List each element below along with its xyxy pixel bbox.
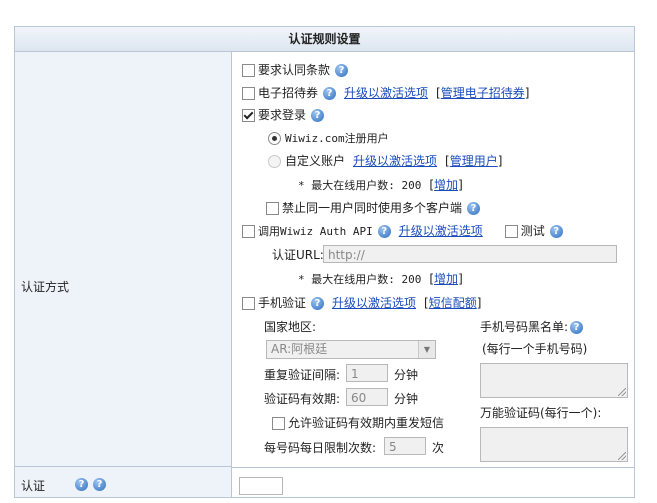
upgrade-link[interactable]: 升级以激活选项 — [332, 296, 416, 310]
code-valid-label: 验证码有效期: — [264, 392, 341, 406]
panel-title: 认证规则设置 — [15, 27, 634, 52]
upgrade-link[interactable]: 升级以激活选项 — [399, 224, 483, 238]
retry-interval-label: 重复验证间隔: — [264, 368, 341, 382]
help-icon[interactable]: ? — [323, 87, 337, 100]
require-login-row: 要求登录? — [242, 106, 325, 124]
country-select[interactable]: AR:阿根廷 ▼ — [266, 340, 436, 359]
help-icon[interactable]: ? — [467, 202, 481, 215]
wiwiz-users-radio[interactable] — [268, 132, 281, 145]
ecoupon-row: 电子招待券? 升级以激活选项 [管理电子招待券] — [242, 84, 529, 102]
sms-row: 手机验证? 升级以激活选项 [短信配额] — [242, 294, 481, 312]
allow-resend-row: 允许验证码有效期内重发短信 — [272, 414, 444, 432]
increase-link[interactable]: 增加 — [434, 272, 458, 286]
call-api-checkbox[interactable] — [242, 225, 255, 238]
allow-resend-checkbox[interactable] — [272, 417, 285, 430]
blacklist-row: 手机号码黑名单:? — [480, 318, 584, 336]
bracket: ] — [458, 272, 463, 286]
terms-label: 要求认同条款 — [258, 63, 331, 77]
next-row-options — [232, 467, 634, 497]
universal-code-textarea[interactable] — [480, 427, 628, 462]
terms-row: 要求认同条款? — [242, 61, 349, 79]
ecoupon-checkbox[interactable] — [242, 87, 255, 100]
upgrade-link[interactable]: 升级以激活选项 — [353, 154, 437, 168]
auth-url-input[interactable]: http:// — [323, 245, 617, 263]
manage-ecoupon-link[interactable]: 管理电子招待券 — [441, 86, 525, 100]
test-checkbox[interactable] — [504, 225, 518, 238]
daily-limit-label: 每号码每日限制次数: — [264, 441, 377, 455]
next-row-label: 认证 — [21, 479, 46, 493]
country-label: 国家地区: — [264, 320, 317, 334]
help-icon[interactable]: ? — [377, 225, 391, 238]
forbid-multi-row: 禁止同一用户同时使用多个客户端? — [266, 199, 481, 217]
code-valid-input[interactable]: 60 — [346, 388, 388, 406]
forbid-multi-label: 禁止同一用户同时使用多个客户端 — [282, 201, 463, 215]
chevron-down-icon: ▼ — [418, 341, 435, 358]
left-label-cell: 认证方式 — [15, 52, 232, 467]
custom-accounts-label: 自定义账户 — [285, 154, 346, 168]
require-login-checkbox[interactable] — [242, 109, 255, 122]
help-icon[interactable]: ? — [311, 109, 325, 122]
universal-code-label: 万能验证码(每行一个): — [480, 406, 602, 420]
country-select-value: AR:阿根廷 — [271, 342, 328, 356]
blacklist-textarea[interactable] — [480, 363, 628, 398]
terms-checkbox[interactable] — [242, 64, 255, 77]
require-login-label: 要求登录 — [258, 108, 307, 122]
auth-options: 要求认同条款? 电子招待券? 升级以激活选项 [管理电子招待券] 要求登录? Wiw… — [232, 52, 634, 466]
wiwiz-users-label: Wiwiz.com注册用户 — [285, 132, 389, 145]
retry-interval-input[interactable]: 1 — [346, 364, 388, 382]
call-api-row: 调用Wiwiz Auth API? 升级以激活选项 测试? — [242, 222, 563, 240]
auth-rules-panel: 认证规则设置 认证方式 认证 ? ? 要求认同条款? 电子招待券? 升级以激活选项… — [14, 26, 635, 498]
wiwiz-users-row: Wiwiz.com注册用户 — [268, 129, 389, 147]
call-api-label: 调用Wiwiz Auth API — [258, 225, 373, 238]
help-icon[interactable]: ? — [311, 297, 325, 310]
sms-label: 手机验证 — [258, 296, 307, 310]
minutes-unit: 分钟 — [394, 392, 419, 406]
bracket: ] — [476, 296, 482, 310]
bracket: ] — [458, 178, 463, 192]
sms-quota-link[interactable]: 短信配额 — [429, 296, 477, 310]
custom-accounts-radio[interactable] — [268, 155, 281, 168]
next-row-input[interactable] — [239, 477, 283, 495]
help-icon[interactable]: ? — [549, 225, 563, 238]
ecoupon-label: 电子招待券 — [258, 86, 319, 100]
sms-checkbox[interactable] — [242, 297, 255, 310]
help-icon[interactable]: ? — [570, 321, 584, 334]
max-online-text: * 最大在线用户数: 200 — [298, 273, 422, 286]
max-online-text: * 最大在线用户数: 200 — [298, 179, 422, 192]
minutes-unit: 分钟 — [394, 368, 419, 382]
times-unit: 次 — [432, 441, 445, 455]
test-label: 测试 — [520, 224, 545, 238]
increase-link[interactable]: 增加 — [434, 178, 458, 192]
max-online-row: * 最大在线用户数: 200 [增加] — [298, 176, 463, 194]
bracket: ] — [524, 86, 530, 100]
daily-limit-input[interactable]: 5 — [384, 437, 426, 455]
manage-users-link[interactable]: 管理用户 — [450, 154, 498, 168]
blacklist-label: 手机号码黑名单: — [480, 320, 569, 334]
next-row-label-cell: 认证 ? ? — [15, 467, 232, 497]
forbid-multi-checkbox[interactable] — [266, 202, 279, 215]
help-icon[interactable]: ? — [335, 64, 349, 77]
upgrade-link[interactable]: 升级以激活选项 — [344, 86, 428, 100]
max-online-row: * 最大在线用户数: 200 [增加] — [298, 270, 463, 288]
allow-resend-label: 允许验证码有效期内重发短信 — [288, 416, 445, 430]
bracket: ] — [497, 154, 503, 168]
auth-url-label: 认证URL: — [272, 248, 324, 262]
custom-accounts-row: 自定义账户 升级以激活选项 [管理用户] — [268, 152, 502, 170]
blacklist-hint: (每行一个手机号码) — [482, 342, 588, 356]
auth-method-label: 认证方式 — [21, 280, 70, 294]
help-icon[interactable]: ? — [75, 478, 88, 491]
help-icon[interactable]: ? — [93, 478, 106, 491]
